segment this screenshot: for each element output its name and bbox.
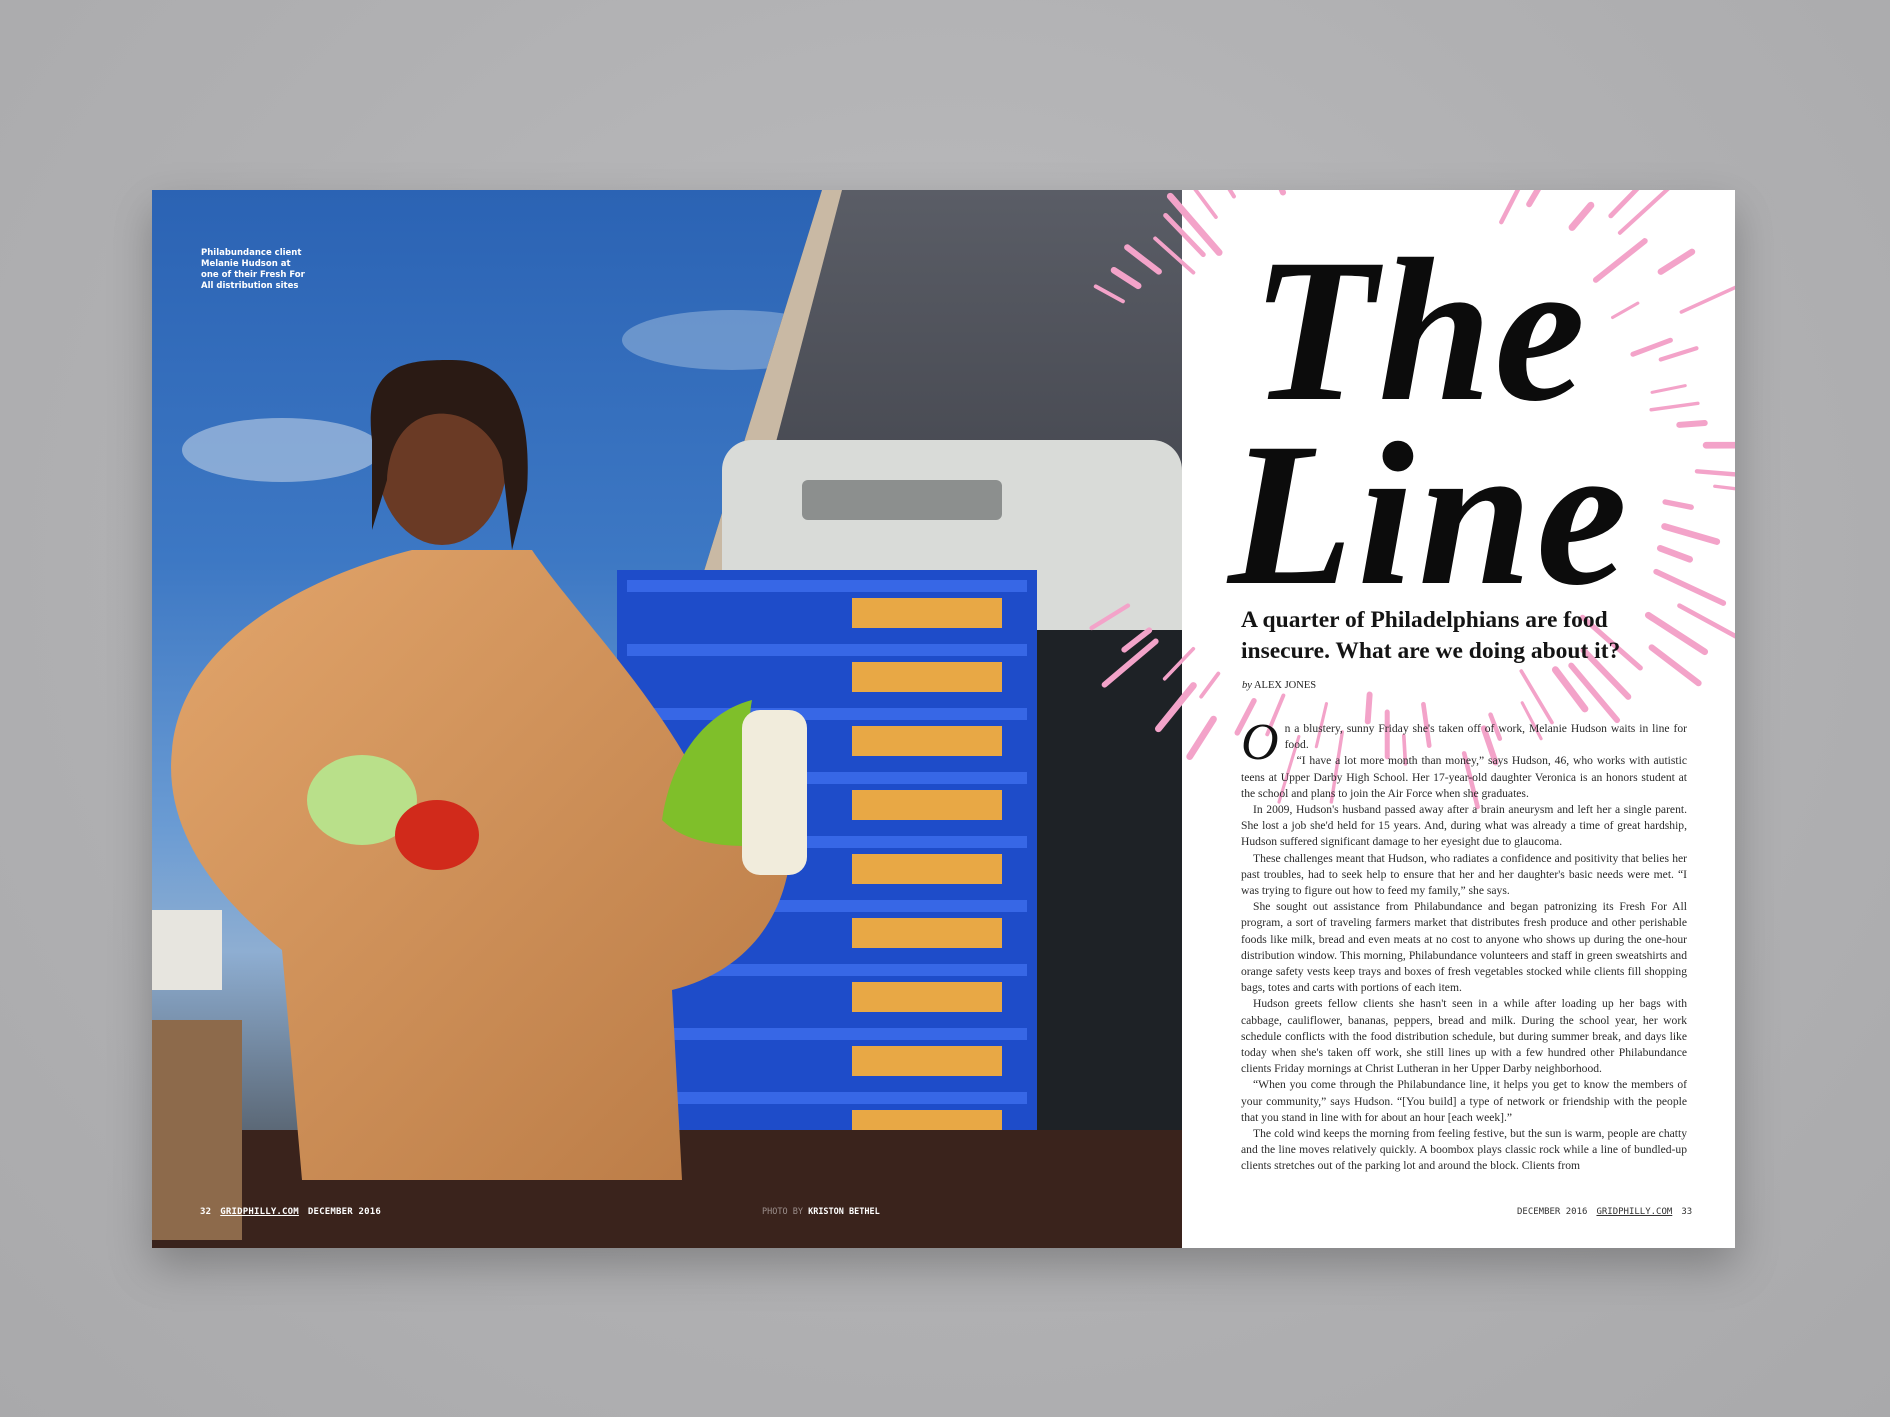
burst-ray bbox=[1630, 337, 1673, 357]
paragraph: “When you come through the Philabundance… bbox=[1241, 1078, 1687, 1124]
issue-date: DECEMBER 2016 bbox=[1517, 1207, 1588, 1217]
bread-loaves bbox=[852, 598, 1002, 628]
milk-jug bbox=[742, 710, 807, 875]
left-page-photo: Philabundance client Melanie Hudson at o… bbox=[152, 190, 1182, 1248]
article-body: On a blustery, sunny Friday she's taken … bbox=[1241, 714, 1687, 1175]
page-number: 32 bbox=[200, 1207, 212, 1217]
burst-ray bbox=[1278, 190, 1287, 196]
paragraph: The cold wind keeps the morning from fee… bbox=[1241, 1127, 1687, 1173]
bread-loaves bbox=[852, 982, 1002, 1012]
burst-ray bbox=[1186, 715, 1217, 760]
burst-ray bbox=[1658, 346, 1699, 362]
cloud bbox=[182, 418, 382, 482]
burst-ray bbox=[1611, 301, 1640, 320]
burst-ray bbox=[1199, 671, 1221, 699]
magazine-spread: Philabundance client Melanie Hudson at o… bbox=[152, 190, 1735, 1248]
burst-ray bbox=[1364, 691, 1373, 725]
burst-ray bbox=[1519, 669, 1554, 725]
burst-ray bbox=[1182, 682, 1197, 706]
byline-author: ALEX JONES bbox=[1253, 680, 1317, 691]
burst-ray bbox=[1526, 190, 1541, 208]
drop-cap: O bbox=[1241, 714, 1279, 771]
burst-ray bbox=[1182, 646, 1196, 664]
burst-ray bbox=[1662, 499, 1694, 510]
credit-name: KRISTON BETHEL bbox=[808, 1207, 880, 1217]
bread-loaves bbox=[852, 918, 1002, 948]
paragraph: On a blustery, sunny Friday she's taken … bbox=[1241, 714, 1687, 771]
byline-prefix: by bbox=[1242, 680, 1252, 691]
photo-credit: PHOTO BY KRISTON BETHEL bbox=[762, 1207, 880, 1217]
title-line-2: Line bbox=[1228, 401, 1632, 628]
burst-ray bbox=[1649, 401, 1700, 412]
box bbox=[152, 910, 222, 990]
crate-rim bbox=[627, 580, 1027, 592]
burst-ray bbox=[1676, 420, 1708, 428]
site-link[interactable]: GRIDPHILLY.COM bbox=[220, 1207, 299, 1217]
burst-ray bbox=[1182, 204, 1223, 256]
burst-ray bbox=[1592, 238, 1648, 283]
bread-loaves bbox=[852, 726, 1002, 756]
crate-rim bbox=[627, 1028, 1027, 1040]
crate-rim bbox=[627, 708, 1027, 720]
issue-date: DECEMBER 2016 bbox=[307, 1207, 381, 1217]
site-link[interactable]: GRIDPHILLY.COM bbox=[1596, 1207, 1672, 1217]
paragraph: These challenges meant that Hudson, who … bbox=[1241, 851, 1687, 898]
bread-loaves bbox=[852, 1046, 1002, 1076]
paragraph: In 2009, Hudson's husband passed away af… bbox=[1241, 803, 1687, 849]
bread-loaves bbox=[852, 854, 1002, 884]
photo-illustration bbox=[152, 190, 1182, 1248]
byline: by ALEX JONES bbox=[1242, 680, 1316, 691]
dek: A quarter of Philadelphians are food ins… bbox=[1241, 607, 1621, 664]
credit-prefix: PHOTO BY bbox=[762, 1207, 803, 1217]
burst-ray bbox=[1657, 248, 1696, 275]
right-page: The Line A quarter of Philadelphians are… bbox=[1182, 190, 1735, 1248]
paragraph: She sought out assistance from Philabund… bbox=[1241, 900, 1687, 995]
burst-ray bbox=[1713, 484, 1735, 491]
burst-ray bbox=[1694, 469, 1735, 477]
burst-ray bbox=[1661, 523, 1721, 545]
crate-rim bbox=[627, 644, 1027, 656]
paragraph: “I have a lot more month than money,” sa… bbox=[1241, 754, 1687, 800]
burst-ray bbox=[1227, 190, 1236, 199]
bread-loaves bbox=[852, 790, 1002, 820]
burst-ray bbox=[1677, 603, 1735, 639]
crate-rim bbox=[627, 1092, 1027, 1104]
burst-ray bbox=[1656, 545, 1693, 563]
burst-ray bbox=[1650, 384, 1687, 394]
left-folio: 32 GRIDPHILLY.COM DECEMBER 2016 bbox=[200, 1207, 390, 1217]
photo-caption: Philabundance client Melanie Hudson at o… bbox=[201, 248, 305, 291]
burst-ray bbox=[1653, 568, 1727, 606]
page-number: 33 bbox=[1681, 1207, 1693, 1217]
right-folio: DECEMBER 2016 GRIDPHILLY.COM 33 bbox=[1517, 1207, 1701, 1217]
bread-loaves bbox=[852, 662, 1002, 692]
truck-grille bbox=[802, 480, 1002, 520]
burst-ray bbox=[1679, 285, 1735, 314]
paragraph: Hudson greets fellow clients she hasn't … bbox=[1241, 997, 1687, 1076]
red-pepper bbox=[395, 800, 479, 870]
